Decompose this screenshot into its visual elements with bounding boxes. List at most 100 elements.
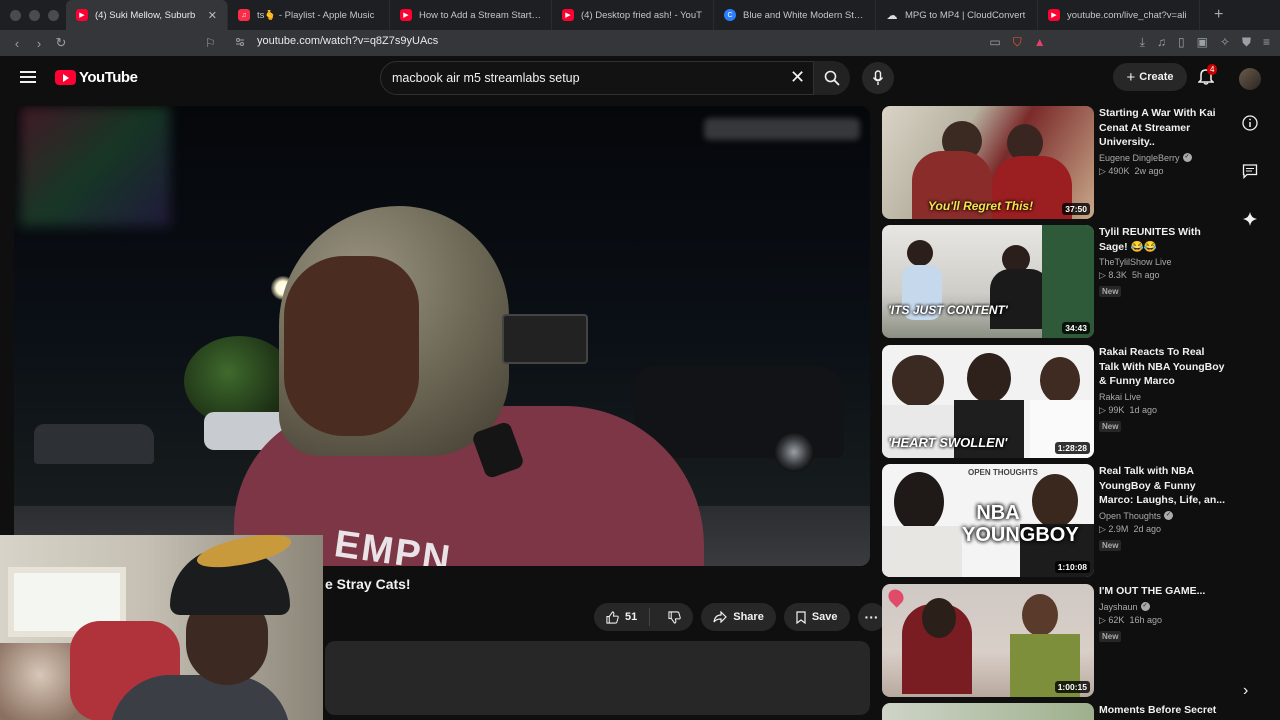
voice-search-button[interactable]	[862, 62, 894, 94]
youtube-icon: ▶	[1048, 9, 1060, 21]
tab-title: Blue and White Modern Strea	[743, 9, 865, 21]
recommendation-title[interactable]: Tylil REUNITES With Sage! 😂😂	[1099, 225, 1227, 254]
save-button[interactable]: Save	[783, 603, 850, 631]
recommendation-thumbnail[interactable]: You'll Regret This! 37:50	[882, 106, 1094, 219]
channel-name[interactable]: Rakai Live	[1099, 392, 1141, 402]
channel-name[interactable]: TheTylilShow Live	[1099, 257, 1172, 267]
thumbnail-caption: 'HEART SWOLLEN'	[888, 435, 1008, 450]
rewards-icon[interactable]: ▲	[1034, 35, 1046, 50]
plus-icon: +	[1126, 68, 1136, 86]
play-icon: ▷	[1099, 523, 1109, 534]
close-window-button[interactable]	[10, 9, 21, 21]
reload-icon[interactable]: ↻	[50, 35, 72, 51]
close-tab-icon[interactable]: ✕	[208, 9, 217, 22]
recommendation-thumbnail[interactable]: 1:00:15	[882, 584, 1094, 697]
chevron-right-icon[interactable]: ›	[1243, 682, 1248, 700]
brave-shield-icon[interactable]: ⛉	[1013, 35, 1022, 50]
thumbs-down-icon	[668, 610, 681, 624]
tab-title: youtube.com/live_chat?v=ali	[1067, 9, 1187, 21]
share-button[interactable]: Share	[701, 603, 776, 631]
create-button[interactable]: + Create	[1113, 63, 1187, 91]
bookmark-icon[interactable]: ⚐	[205, 36, 216, 50]
recommendation-thumbnail[interactable]	[882, 703, 1094, 720]
canva-icon: C	[724, 9, 736, 21]
recommendation-title[interactable]: Rakai Reacts To Real Talk With NBA Young…	[1099, 345, 1227, 389]
channel-name[interactable]: Jayshaun	[1099, 602, 1138, 612]
recommendation-thumbnail[interactable]: OPEN THOUGHTS NBA YOUNGBOY 1:10:08	[882, 464, 1094, 577]
recommendation-thumbnail[interactable]: 'HEART SWOLLEN' 1:28:28	[882, 345, 1094, 458]
thumbnail-logo-text: OPEN THOUGHTS	[968, 468, 1038, 477]
person-face	[284, 256, 419, 436]
download-icon[interactable]: ⤓	[1140, 35, 1145, 50]
youtube-logo[interactable]: YouTube	[55, 69, 138, 86]
browser-tab[interactable]: ☁ MPG to MP4 | CloudConvert	[876, 0, 1038, 30]
tab-title: (4) Desktop fried ash! - YouT	[581, 9, 702, 21]
url-field[interactable]: youtube.com/watch?v=q8Z7s9yUAcs	[257, 35, 438, 47]
recommendation-item[interactable]: You'll Regret This! 37:50 Starting A War…	[882, 106, 1232, 220]
browser-tab-bar: ▶ (4) Suki Mellow, Suburb ✕ ♫ ts🫰 - Play…	[0, 0, 1280, 30]
upload-age: 16h ago	[1129, 614, 1162, 625]
music-icon[interactable]: ♫	[1157, 35, 1166, 50]
search-input[interactable]	[392, 71, 772, 85]
recommendation-item[interactable]: 1:00:15 I'M OUT THE GAME... Jayshaun ✓ ▷ …	[882, 584, 1232, 698]
recommendation-title[interactable]: I'M OUT THE GAME...	[1099, 584, 1227, 599]
cast-icon[interactable]: ▭	[989, 35, 1000, 50]
recommendation-item[interactable]: OPEN THOUGHTS NBA YOUNGBOY 1:10:08 Real …	[882, 464, 1232, 578]
browser-tab[interactable]: ▶ youtube.com/live_chat?v=ali	[1038, 0, 1200, 30]
dislike-button[interactable]	[656, 610, 693, 624]
browser-tab[interactable]: C Blue and White Modern Strea	[714, 0, 876, 30]
like-dislike-group: 51	[594, 603, 694, 631]
like-button[interactable]: 51	[594, 608, 651, 626]
thumbnail-caption: You'll Regret This!	[928, 199, 1034, 213]
share-label: Share	[733, 611, 764, 623]
minimize-window-button[interactable]	[29, 9, 40, 21]
wallet-icon[interactable]: ▣	[1197, 35, 1208, 50]
sidebar-icon[interactable]: ▯	[1178, 35, 1185, 50]
recommendation-item[interactable]: Moments Before Secret	[882, 703, 1232, 720]
vpn-icon[interactable]: ⛊	[1242, 35, 1251, 50]
recommendation-title[interactable]: Moments Before Secret	[1099, 703, 1227, 718]
back-icon[interactable]: ‹	[6, 36, 28, 51]
video-player[interactable]: EMPN	[14, 106, 870, 566]
recommendation-thumbnail[interactable]: 'ITS JUST CONTENT' 34:43	[882, 225, 1094, 338]
play-icon: ▷	[1099, 165, 1109, 176]
browser-tab[interactable]: ▶ How to Add a Stream Starting	[390, 0, 552, 30]
account-avatar[interactable]	[1239, 68, 1261, 90]
verified-icon: ✓	[1182, 153, 1192, 162]
tab-title: ts🫰 - Playlist - Apple Music	[257, 9, 375, 21]
extensions-icon[interactable]: ✧	[1220, 35, 1230, 50]
recommendation-item[interactable]: 'ITS JUST CONTENT' 34:43 Tylil REUNITES …	[882, 225, 1232, 339]
sparkle-ai-icon[interactable]	[1240, 209, 1260, 229]
browser-tab[interactable]: ▶ (4) Suki Mellow, Suburb ✕	[66, 0, 228, 30]
cloud-icon: ☁	[886, 9, 898, 22]
video-actions: 51 Share Save ···	[594, 603, 886, 631]
forward-icon[interactable]: ›	[28, 36, 50, 51]
info-icon[interactable]	[1240, 113, 1260, 133]
recommendation-item[interactable]: 'HEART SWOLLEN' 1:28:28 Rakai Reacts To …	[882, 345, 1232, 459]
site-settings-icon[interactable]	[235, 37, 245, 47]
thumbs-up-icon	[606, 610, 619, 624]
browser-tab[interactable]: ▶ (4) Desktop fried ash! - YouT	[552, 0, 714, 30]
browser-tab[interactable]: ♫ ts🫰 - Playlist - Apple Music	[228, 0, 390, 30]
menu-icon[interactable]: ≡	[1263, 35, 1270, 50]
search-button[interactable]	[814, 61, 850, 95]
more-horizontal-icon: ···	[864, 609, 879, 625]
recommendation-title[interactable]: Real Talk with NBA YoungBoy & Funny Marc…	[1099, 464, 1227, 508]
hamburger-menu-icon[interactable]	[20, 71, 36, 83]
youtube-icon: ▶	[76, 9, 88, 21]
webcam-overlay	[0, 535, 323, 720]
car-wheel	[774, 432, 814, 472]
recommendation-title[interactable]: Starting A War With Kai Cenat At Streame…	[1099, 106, 1227, 150]
view-count: 99K	[1108, 404, 1125, 415]
notification-count-badge: 4	[1207, 64, 1218, 75]
channel-name[interactable]: Eugene DingleBerry	[1099, 153, 1180, 163]
channel-name[interactable]: Open Thoughts	[1099, 511, 1161, 521]
chat-icon[interactable]	[1240, 161, 1260, 181]
youtube-header: YouTube ✕ + Create 4	[0, 56, 1280, 100]
youtube-icon: ▶	[400, 9, 412, 21]
recommendation-meta: Tylil REUNITES With Sage! 😂😂 TheTylilSho…	[1099, 225, 1227, 299]
new-tab-button[interactable]: +	[1214, 6, 1223, 24]
maximize-window-button[interactable]	[48, 9, 59, 21]
description-box[interactable]	[325, 641, 870, 715]
clear-search-icon[interactable]: ✕	[790, 67, 805, 88]
